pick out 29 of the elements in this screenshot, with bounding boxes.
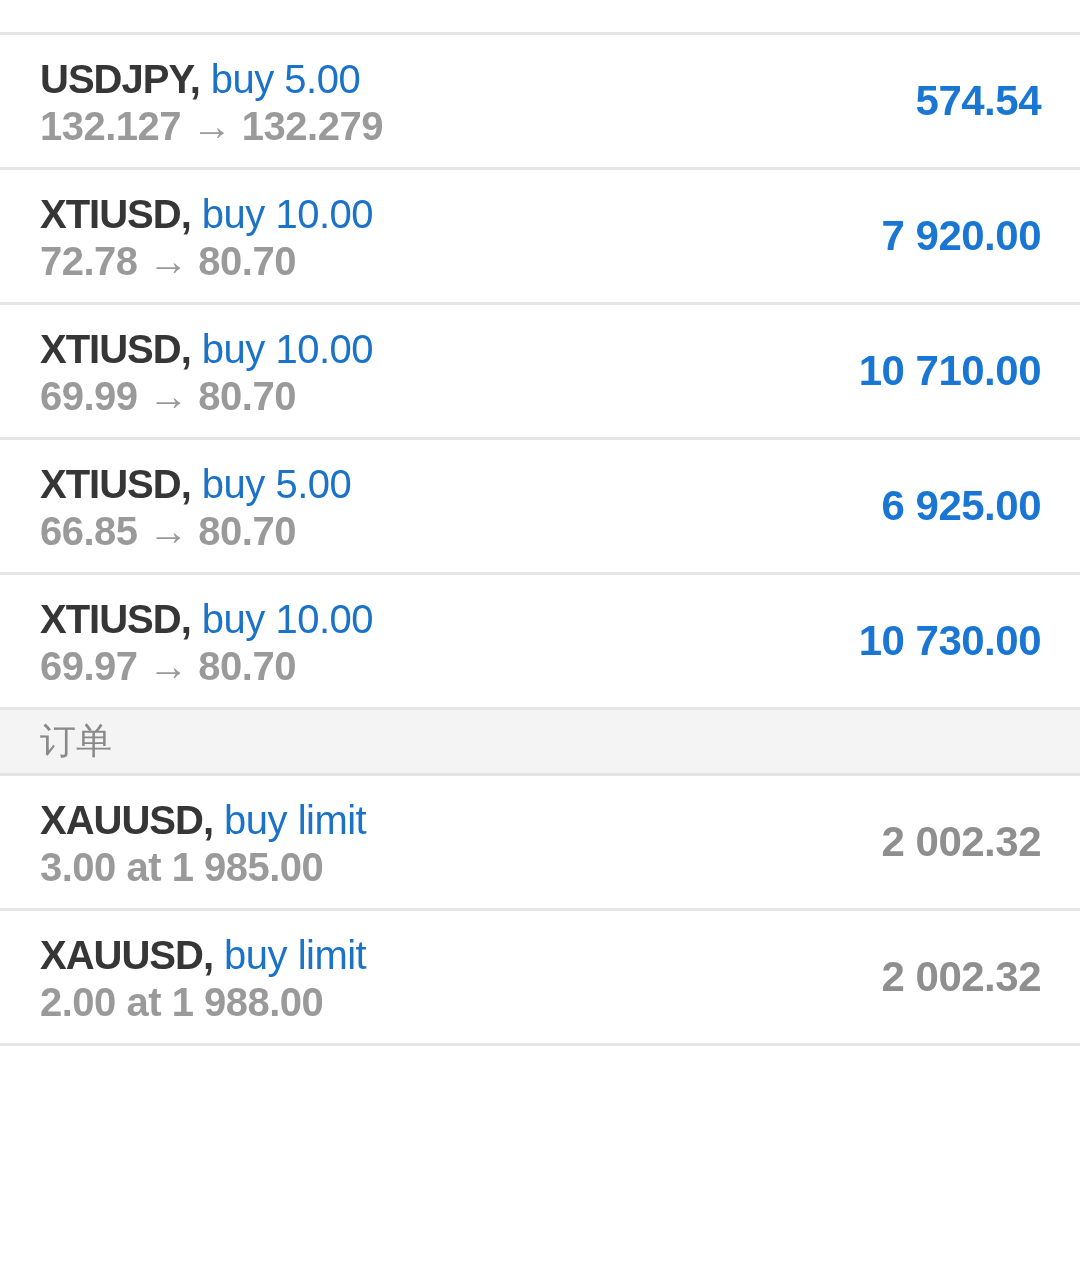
profit-value: 10 710.00 xyxy=(858,347,1041,395)
profit-value: 574.54 xyxy=(915,77,1041,125)
price-change-label: 69.97 → 80.70 xyxy=(40,643,296,689)
order-details-label: 2.00 at 1 988.00 xyxy=(40,979,324,1025)
current-price-value: 2 002.32 xyxy=(881,818,1041,866)
profit-value: 6 925.00 xyxy=(881,482,1041,530)
symbol-label: XAUUSD, xyxy=(40,932,214,979)
price-change-label: 72.78 → 80.70 xyxy=(40,238,296,284)
order-details-label: 3.00 at 1 985.00 xyxy=(40,844,324,890)
trade-type-label: buy 10.00 xyxy=(201,326,373,373)
price-change-label: 132.127 → 132.279 xyxy=(40,103,383,149)
symbol-label: XTIUSD, xyxy=(40,596,191,643)
symbol-label: XTIUSD, xyxy=(40,461,191,508)
profit-value: 10 730.00 xyxy=(858,617,1041,665)
price-change-label: 66.85 → 80.70 xyxy=(40,508,296,554)
trade-type-label: buy 10.00 xyxy=(201,191,373,238)
order-type-label: buy limit xyxy=(224,932,367,979)
symbol-label: XAUUSD, xyxy=(40,797,214,844)
symbol-label: XTIUSD, xyxy=(40,191,191,238)
section-title: 订单 xyxy=(40,719,112,763)
price-change-label: 69.99 → 80.70 xyxy=(40,373,296,419)
trade-type-label: buy 5.00 xyxy=(210,56,361,103)
trade-type-label: buy 10.00 xyxy=(201,596,373,643)
order-type-label: buy limit xyxy=(224,797,367,844)
profit-value: 7 920.00 xyxy=(881,212,1041,260)
current-price-value: 2 002.32 xyxy=(881,953,1041,1001)
symbol-label: USDJPY, xyxy=(40,56,200,103)
symbol-label: XTIUSD, xyxy=(40,326,191,373)
trade-type-label: buy 5.00 xyxy=(201,461,352,508)
